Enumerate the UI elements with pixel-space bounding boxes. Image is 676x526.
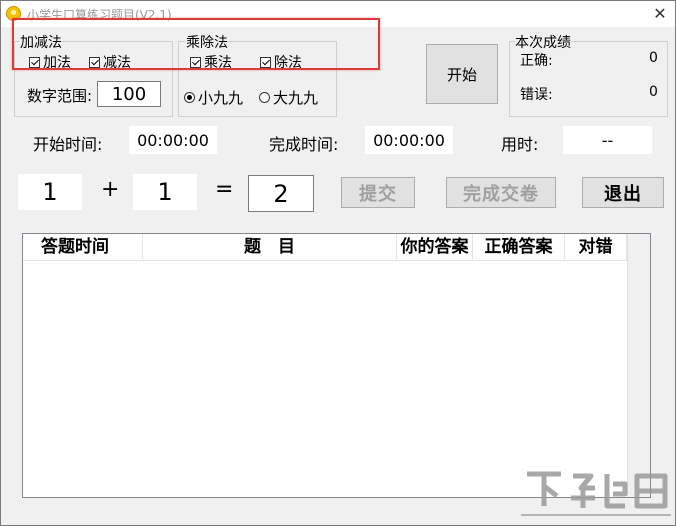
wrong-label: 错误: — [520, 87, 553, 103]
big-table-radio-label: 大九九 — [273, 89, 319, 107]
range-label: 数字范围: — [27, 87, 93, 105]
finish-time-label: 完成时间: — [269, 135, 339, 154]
operand2-field: 1 — [133, 174, 197, 210]
answer-list-header: 答题时间 题 目 你的答案 正确答案 对错 — [23, 234, 627, 261]
elapsed-field: -- — [563, 126, 652, 154]
answer-input[interactable]: 2 — [248, 175, 314, 212]
correct-label: 正确: — [520, 53, 553, 69]
range-input[interactable]: 100 — [97, 81, 161, 107]
big-table-radio[interactable]: 大九九 — [259, 87, 318, 108]
score-group-title: 本次成绩 — [515, 32, 571, 52]
finish-time-field: 00:00:00 — [365, 126, 453, 154]
start-button[interactable]: 开始 — [426, 44, 498, 104]
app-window: 小学生口算练习题目(V2.1) ✕ 加减法 加法 减法 数字范围: 100 乘除… — [0, 0, 676, 526]
correct-value: 0 — [649, 50, 658, 66]
small-table-radio[interactable]: 小九九 — [184, 87, 243, 108]
col-result[interactable]: 对错 — [565, 234, 627, 260]
col-correct-answer[interactable]: 正确答案 — [473, 234, 565, 260]
col-your-answer[interactable]: 你的答案 — [397, 234, 473, 260]
big-table-radio-dot[interactable] — [259, 92, 270, 103]
answer-list[interactable]: 答题时间 题 目 你的答案 正确答案 对错 — [22, 233, 651, 498]
finish-button[interactable]: 完成交卷 — [446, 177, 556, 208]
small-table-radio-dot[interactable] — [184, 92, 195, 103]
start-time-label: 开始时间: — [33, 135, 103, 154]
equals-sign: = — [215, 177, 234, 202]
download-site-logo-icon — [521, 471, 671, 516]
col-answer-time[interactable]: 答题时间 — [23, 234, 143, 260]
operator-sign: + — [101, 177, 120, 202]
small-table-radio-label: 小九九 — [198, 89, 244, 107]
highlight-box — [12, 18, 380, 70]
answer-list-scrollbar[interactable] — [627, 234, 650, 497]
close-button[interactable]: ✕ — [647, 3, 673, 25]
operand1-field: 1 — [18, 174, 82, 210]
exit-button[interactable]: 退出 — [582, 177, 664, 208]
col-question[interactable]: 题 目 — [143, 234, 397, 260]
wrong-value: 0 — [649, 84, 658, 100]
elapsed-label: 用时: — [501, 135, 539, 154]
submit-button[interactable]: 提交 — [341, 177, 415, 208]
start-time-field: 00:00:00 — [129, 126, 217, 154]
